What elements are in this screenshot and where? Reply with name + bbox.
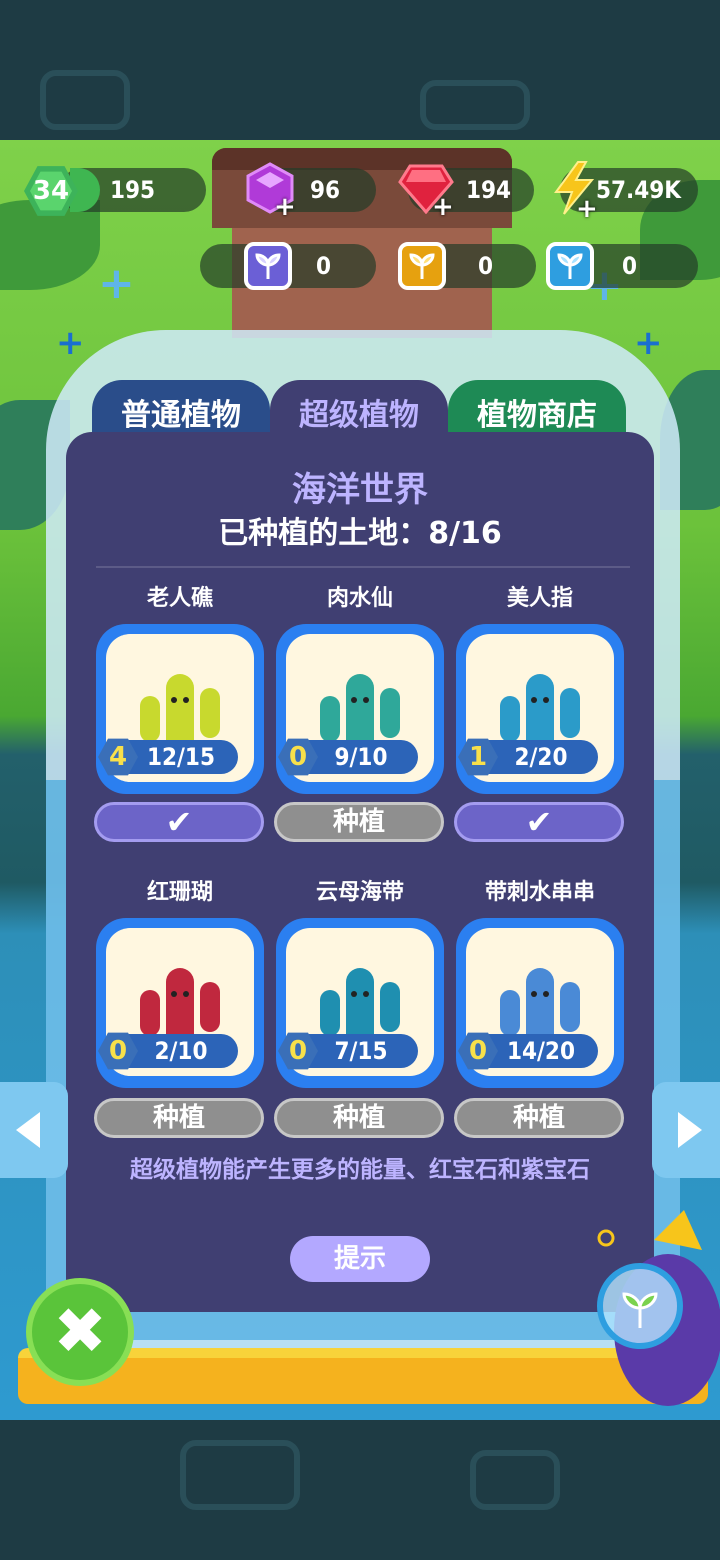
plus-decoration: + (98, 258, 135, 309)
plant-progress-text: 2/10 (154, 1037, 208, 1065)
plant-button[interactable]: 种植 (94, 1098, 264, 1138)
plant-progress-text: 12/15 (147, 743, 215, 771)
gold-seed-value: 0 (478, 252, 494, 280)
add-purple-gem-icon[interactable]: + (274, 194, 296, 220)
chevron-left-icon (16, 1112, 40, 1148)
planted-check-button[interactable]: ✔ (454, 802, 624, 842)
plant-level: 0 (108, 1036, 128, 1066)
frame-decoration (180, 1440, 300, 1510)
plant-progress-text: 14/20 (507, 1037, 575, 1065)
plant-progress-text: 7/15 (334, 1037, 388, 1065)
plus-decoration: + (56, 323, 85, 363)
plant-name: 美人指 (506, 586, 573, 611)
add-energy-icon[interactable]: + (576, 196, 598, 222)
plant-level: 4 (108, 742, 128, 772)
planted-land-count: 已种植的土地：8/16 (218, 516, 502, 551)
hint-button[interactable]: 提示 (290, 1236, 430, 1282)
plant-level: 0 (288, 1036, 308, 1066)
red-gem-value: 194 (466, 176, 512, 204)
plant-button[interactable]: 种植 (274, 1098, 444, 1138)
plant-level: 0 (288, 742, 308, 772)
plant-level: 0 (468, 1036, 488, 1066)
plant-button[interactable]: 种植 (454, 1098, 624, 1138)
super-plant-description: 超级植物能产生更多的能量、红宝石和紫宝石 (130, 1157, 590, 1183)
mascot-character (584, 1210, 720, 1410)
world-title: 海洋世界 (292, 470, 428, 510)
plant-name: 红珊瑚 (146, 880, 213, 905)
close-icon: ✖ (53, 1295, 107, 1369)
divider (96, 566, 630, 568)
xp-value: 195 (110, 176, 156, 204)
frame-decoration (470, 1450, 560, 1510)
blue-seed-icon (546, 242, 594, 290)
blue-seed-value: 0 (622, 252, 638, 280)
plant-name: 肉水仙 (326, 586, 393, 611)
frame-decoration (40, 70, 130, 130)
previous-page-button[interactable] (0, 1082, 68, 1178)
purple-seed-icon (244, 242, 292, 290)
tab-super-plants[interactable]: 超级植物 (270, 380, 448, 452)
plant-button[interactable]: 种植 (274, 802, 444, 842)
add-red-gem-icon[interactable]: + (432, 194, 454, 220)
plant-name: 云母海带 (315, 880, 404, 905)
level-number: 34 (32, 176, 70, 206)
gold-seed-icon (398, 242, 446, 290)
plant-level: 1 (468, 742, 488, 772)
frame-decoration (420, 80, 530, 130)
chevron-right-icon (678, 1112, 702, 1148)
bottom-frame (0, 1420, 720, 1560)
plant-progress-text: 9/10 (334, 743, 388, 771)
plant-name: 老人礁 (146, 586, 213, 611)
purple-seed-value: 0 (316, 252, 332, 280)
energy-value: 57.49K (596, 176, 682, 204)
planted-check-button[interactable]: ✔ (94, 802, 264, 842)
plant-progress-text: 2/20 (514, 743, 568, 771)
close-button[interactable]: ✖ (26, 1278, 134, 1386)
next-page-button[interactable] (652, 1082, 720, 1178)
purple-gem-value: 96 (310, 176, 341, 204)
plus-decoration: + (634, 323, 663, 363)
plant-name: 带刺水串串 (484, 880, 595, 905)
